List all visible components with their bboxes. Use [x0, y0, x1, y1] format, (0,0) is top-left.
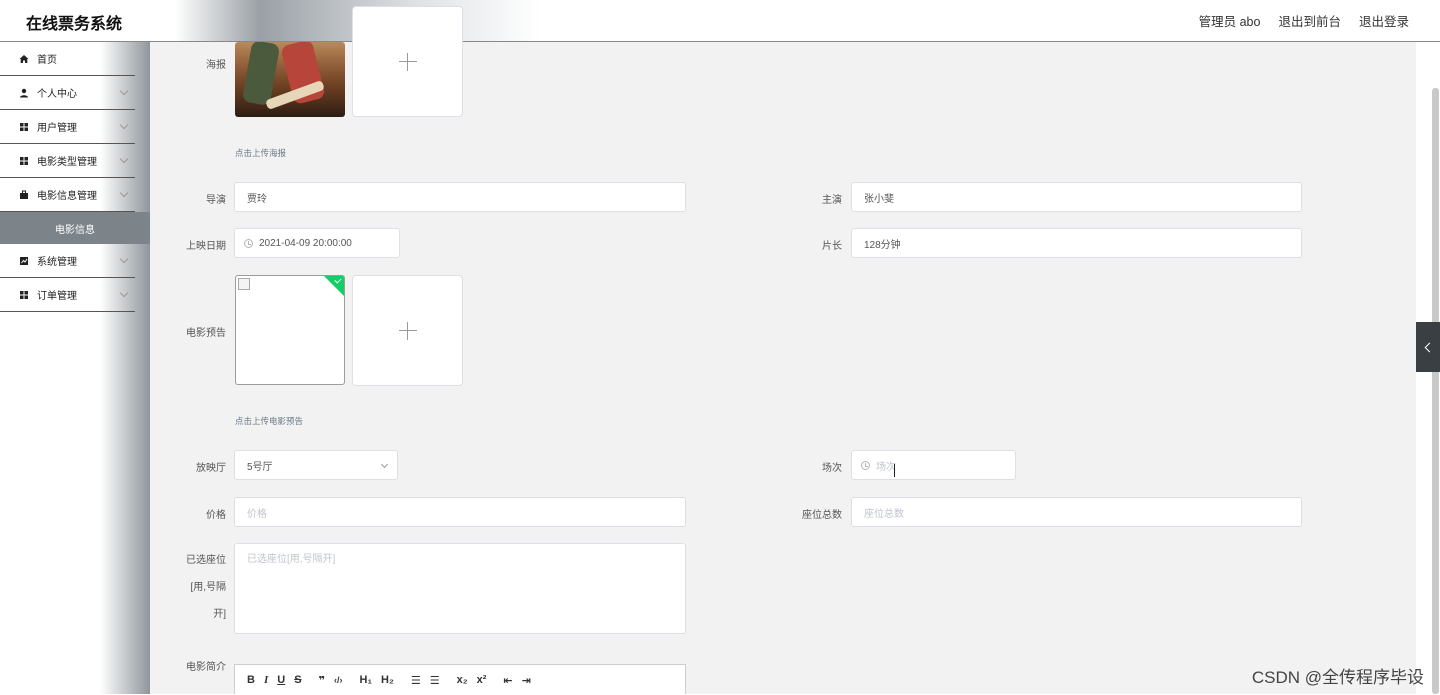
session-label: 场次 [822, 463, 842, 474]
duration-input[interactable]: 128分钟 [851, 228, 1302, 258]
chevron-down-icon [119, 120, 129, 130]
seat-total-label: 座位总数 [802, 510, 842, 521]
exit-to-front-link[interactable]: 退出到前台 [1278, 11, 1341, 30]
sidebar-item-personal-center[interactable]: 个人中心 [0, 76, 135, 110]
director-input[interactable]: 贾玲 [234, 182, 686, 212]
chevron-down-icon [119, 154, 129, 164]
grid-icon [19, 290, 29, 300]
hall-label: 放映厅 [196, 463, 226, 474]
sidebar-item-order-management[interactable]: 订单管理 [0, 278, 135, 312]
chevron-left-icon [1424, 342, 1435, 352]
lead-actor-label: 主演 [822, 195, 842, 206]
chevron-down-icon [119, 188, 129, 198]
bullet-list-button[interactable]: ☰ [430, 674, 440, 687]
strikethrough-button[interactable]: S [294, 674, 301, 686]
selected-seats-label-line1: 已选座位 [186, 555, 226, 566]
poster-upload-button[interactable] [352, 6, 463, 117]
lead-actor-input[interactable]: 张小斐 [851, 182, 1302, 212]
trailer-uploaded-file[interactable] [235, 275, 345, 385]
clock-icon [244, 238, 253, 248]
session-time-picker[interactable]: 场次 [851, 450, 1016, 480]
poster-label: 海报 [206, 60, 226, 71]
outdent-button[interactable]: ⇤ [503, 674, 512, 687]
sidebar-item-label: 个人中心 [37, 89, 77, 100]
top-right-links: 管理员 abo 退出到前台 退出登录 [1199, 11, 1409, 30]
logout-link[interactable]: 退出登录 [1359, 11, 1409, 30]
briefcase-icon [19, 190, 29, 200]
sidebar-item-user-management[interactable]: 用户管理 [0, 110, 135, 144]
selected-seats-label-line3: 开] [213, 609, 226, 620]
sidebar-item-movie-type-management[interactable]: 电影类型管理 [0, 144, 135, 178]
text-cursor-icon [894, 464, 896, 477]
selected-seats-textarea[interactable]: 已选座位[用,号隔开] [234, 543, 686, 634]
sidebar: 首页 个人中心 用户管理 电影类型管理 电影信息管理 电影信息 系统管理 订单管… [0, 42, 150, 694]
grid-icon [19, 156, 29, 166]
clock-icon [861, 460, 870, 470]
session-placeholder: 场次 [876, 461, 896, 473]
trailer-upload-button[interactable] [352, 275, 463, 386]
director-label: 导演 [206, 195, 226, 206]
sidebar-item-label: 用户管理 [37, 123, 77, 134]
sidebar-item-label: 系统管理 [37, 257, 77, 268]
watermark-text: CSDN @全传程序毕设 [1251, 668, 1424, 687]
seat-total-input[interactable]: 座位总数 [851, 497, 1302, 527]
ordered-list-button[interactable]: ☰ [411, 674, 421, 687]
sidebar-item-system-management[interactable]: 系统管理 [0, 244, 135, 278]
hall-select[interactable]: 5号厅 [234, 450, 398, 480]
user-icon [19, 88, 29, 98]
subscript-button[interactable]: x₂ [457, 674, 468, 686]
price-label: 价格 [206, 510, 226, 521]
sidebar-item-movie-info-management[interactable]: 电影信息管理 [0, 178, 135, 212]
side-collapse-tab[interactable] [1416, 322, 1440, 372]
duration-label: 片长 [822, 241, 842, 252]
superscript-button[interactable]: x² [477, 674, 487, 686]
editor-toolbar: B I U S ❞ ‹/› H₁ H₂ ☰ ☰ x₂ x² ⇤ ⇥ [235, 665, 685, 695]
indent-button[interactable]: ⇥ [522, 674, 531, 687]
poster-upload-hint: 点击上传海报 [235, 148, 287, 158]
heading1-button[interactable]: H₁ [360, 674, 373, 686]
sidebar-item-label: 首页 [37, 55, 57, 66]
code-button[interactable]: ‹/› [334, 675, 343, 685]
chevron-down-icon [119, 254, 129, 264]
broken-image-icon [238, 278, 250, 290]
chevron-down-icon [119, 288, 129, 298]
heading2-button[interactable]: H₂ [381, 674, 394, 686]
sidebar-item-home[interactable]: 首页 [0, 42, 135, 76]
chevron-down-icon [119, 86, 129, 96]
plus-icon [398, 52, 417, 71]
release-date-value: 2021-04-09 20:00:00 [259, 237, 352, 249]
sidebar-item-label: 电影类型管理 [37, 157, 97, 168]
price-input[interactable]: 价格 [234, 497, 686, 527]
app-title: 在线票务系统 [26, 16, 123, 33]
intro-label: 电影简介 [186, 662, 226, 673]
vertical-scrollbar[interactable] [1432, 88, 1439, 694]
chevron-down-icon [380, 460, 389, 469]
sidebar-item-label: 电影信息管理 [37, 191, 97, 202]
home-icon [19, 54, 29, 64]
trailer-upload-hint: 点击上传电影预告 [235, 416, 304, 426]
bold-button[interactable]: B [247, 674, 255, 686]
top-bar: 在线票务系统 管理员 abo 退出到前台 退出登录 [0, 0, 1440, 42]
sidebar-item-label: 订单管理 [37, 291, 77, 302]
grid-icon [19, 122, 29, 132]
rich-text-editor[interactable]: B I U S ❞ ‹/› H₁ H₂ ☰ ☰ x₂ x² ⇤ ⇥ [234, 664, 686, 694]
release-date-picker[interactable]: 2021-04-09 20:00:00 [234, 228, 400, 258]
selected-seats-label-line2: [用,号隔 [190, 582, 226, 593]
trailer-label: 电影预告 [186, 328, 226, 339]
release-date-label: 上映日期 [186, 241, 226, 252]
plus-icon [398, 321, 417, 340]
underline-button[interactable]: U [277, 674, 285, 686]
sidebar-subitem-movie-info[interactable]: 电影信息 [0, 212, 150, 244]
admin-user-label: 管理员 abo [1198, 15, 1261, 29]
blockquote-button[interactable]: ❞ [319, 674, 325, 687]
hall-selected-value: 5号厅 [247, 461, 273, 473]
chart-icon [19, 256, 29, 266]
poster-thumbnail[interactable] [235, 42, 345, 117]
italic-button[interactable]: I [264, 674, 268, 686]
